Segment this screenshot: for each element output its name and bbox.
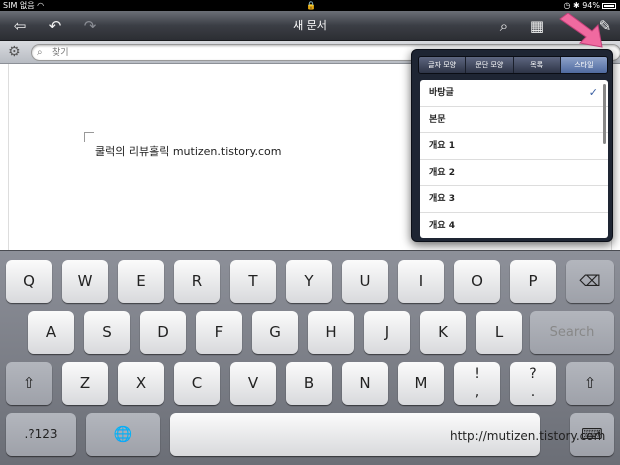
- tab-char-shape[interactable]: 글자 모양: [419, 57, 467, 73]
- key-e[interactable]: E: [118, 260, 164, 303]
- key-k[interactable]: K: [420, 311, 466, 354]
- tab-para-shape[interactable]: 문단 모양: [466, 57, 514, 73]
- key-i[interactable]: I: [398, 260, 444, 303]
- style-item[interactable]: 바탕글 ✓: [420, 80, 608, 107]
- watermark-url: http://mutizen.tistory.com: [450, 429, 606, 443]
- numbers-key[interactable]: .?123: [6, 413, 76, 456]
- format-popover: 글자 모양 문단 모양 목록 스타일 바탕글 ✓ 본문 개요 1 개요 2 개요 …: [411, 49, 613, 242]
- key-a[interactable]: A: [28, 311, 74, 354]
- style-list: 바탕글 ✓ 본문 개요 1 개요 2 개요 3 개요 4: [420, 80, 608, 238]
- battery-icon: [602, 2, 616, 9]
- style-item[interactable]: 개요 1: [420, 133, 608, 160]
- pointer-arrow-icon: [559, 13, 603, 48]
- insert-icon[interactable]: ▦: [525, 15, 549, 37]
- key-w[interactable]: W: [62, 260, 108, 303]
- key-q[interactable]: Q: [6, 260, 52, 303]
- search-key[interactable]: Search: [530, 311, 614, 354]
- key-c[interactable]: C: [174, 362, 220, 405]
- paragraph-corner-mark: [84, 132, 94, 142]
- status-bar: SIM 없음 ◠ 🔒 ◷ ✱ 94%: [0, 0, 620, 11]
- key-period-label: .: [530, 384, 536, 400]
- key-u[interactable]: U: [342, 260, 388, 303]
- key-h[interactable]: H: [308, 311, 354, 354]
- key-v[interactable]: V: [230, 362, 276, 405]
- shift-key-right[interactable]: ⇧: [566, 362, 614, 405]
- carrier-label: SIM 없음 ◠: [3, 1, 45, 10]
- top-toolbar: ⇦ ↶ ↷ 새 문서 ⌕ ▦ ✎: [0, 11, 620, 41]
- key-x[interactable]: X: [118, 362, 164, 405]
- key-g[interactable]: G: [252, 311, 298, 354]
- tab-list[interactable]: 목록: [513, 57, 561, 73]
- key-d[interactable]: D: [140, 311, 186, 354]
- page-edge-left: [8, 64, 9, 250]
- key-y[interactable]: Y: [286, 260, 332, 303]
- backspace-key[interactable]: ⌫: [566, 260, 614, 303]
- scroll-indicator[interactable]: [603, 84, 606, 144]
- key-m[interactable]: M: [398, 362, 444, 405]
- format-tabs: 글자 모양 문단 모양 목록 스타일: [418, 56, 608, 74]
- shift-key-left[interactable]: ⇧: [6, 362, 52, 405]
- key-r[interactable]: R: [174, 260, 220, 303]
- key-j[interactable]: J: [364, 311, 410, 354]
- key-n[interactable]: N: [342, 362, 388, 405]
- tab-style[interactable]: 스타일: [560, 57, 607, 73]
- wifi-icon: ◠: [37, 1, 45, 10]
- shift-icon: ⇧: [583, 374, 597, 392]
- globe-icon: 🌐: [113, 425, 133, 443]
- backspace-icon: ⌫: [579, 272, 601, 290]
- shift-icon: ⇧: [22, 374, 36, 392]
- key-exclaim-label: !: [474, 366, 480, 382]
- globe-key[interactable]: 🌐: [86, 413, 160, 456]
- key-f[interactable]: F: [196, 311, 242, 354]
- style-item[interactable]: 개요 4: [420, 213, 608, 239]
- gear-icon[interactable]: ⚙: [8, 44, 24, 60]
- checkmark-icon: ✓: [588, 86, 598, 99]
- key-b[interactable]: B: [286, 362, 332, 405]
- document-text[interactable]: 쿨럭의 리뷰홀릭 mutizen.tistory.com: [95, 143, 282, 159]
- on-screen-keyboard: Q W E R T Y U I O P ⌫ A S D F G H J K L …: [0, 250, 620, 465]
- key-exclaim-comma[interactable]: ! ,: [454, 362, 500, 405]
- key-t[interactable]: T: [230, 260, 276, 303]
- lock-icon: 🔒: [306, 1, 316, 10]
- style-item[interactable]: 개요 3: [420, 186, 608, 213]
- magnifier-icon: ⌕: [37, 47, 43, 58]
- key-o[interactable]: O: [454, 260, 500, 303]
- key-question-period[interactable]: ? .: [510, 362, 556, 405]
- key-comma-label: ,: [474, 384, 480, 400]
- key-p[interactable]: P: [510, 260, 556, 303]
- style-item[interactable]: 본문: [420, 107, 608, 133]
- key-s[interactable]: S: [84, 311, 130, 354]
- key-l[interactable]: L: [476, 311, 522, 354]
- key-z[interactable]: Z: [62, 362, 108, 405]
- style-item[interactable]: 개요 2: [420, 160, 608, 186]
- key-question-label: ?: [529, 366, 537, 382]
- battery-indicator: ◷ ✱ 94%: [563, 0, 616, 11]
- search-icon[interactable]: ⌕: [492, 15, 516, 37]
- search-input[interactable]: [52, 46, 412, 59]
